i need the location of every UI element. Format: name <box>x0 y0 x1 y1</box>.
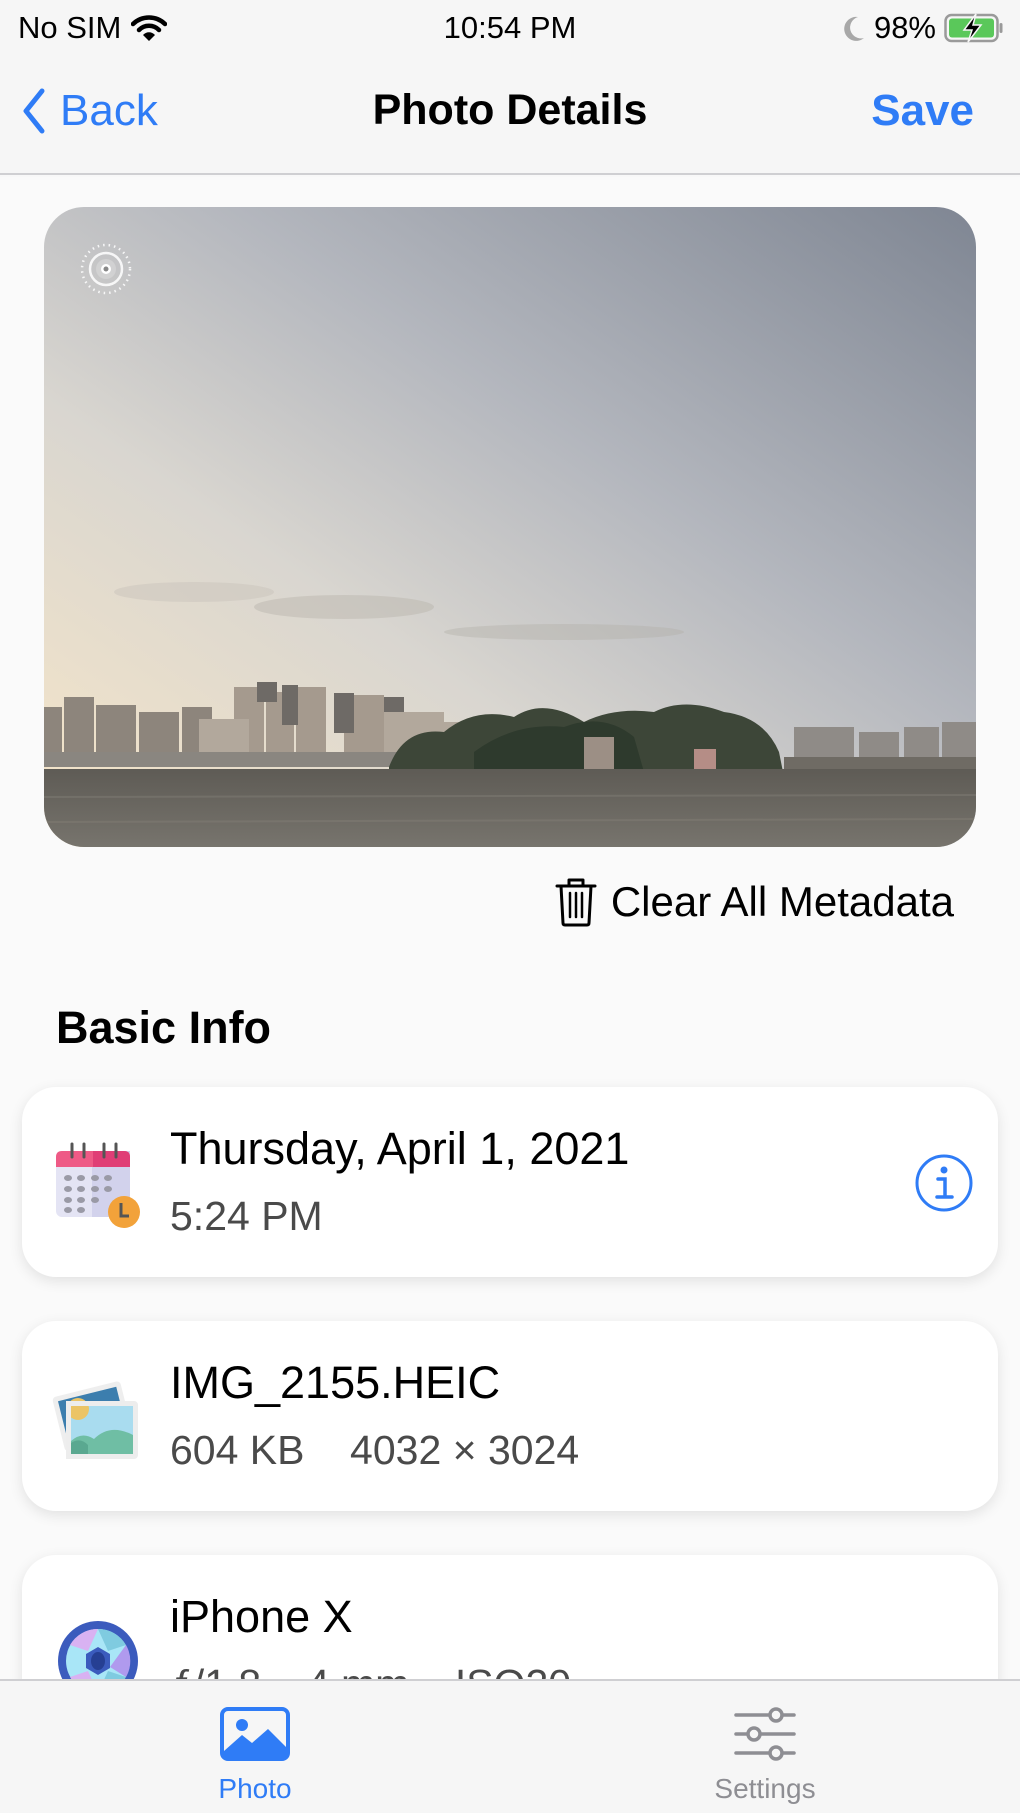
tab-settings-label: Settings <box>714 1773 816 1804</box>
battery-percent: 98% <box>873 10 936 45</box>
date-title: Thursday, April 1, 2021 <box>170 1123 630 1174</box>
photo-icon <box>220 1707 290 1761</box>
tab-bar: Photo Settings <box>0 1679 1020 1813</box>
page-title: Photo Details <box>372 86 648 134</box>
info-icon[interactable] <box>914 1153 974 1213</box>
photos-icon <box>52 1381 138 1459</box>
clear-all-metadata-label: Clear All Metadata <box>610 878 954 925</box>
status-right: 98% <box>842 10 1004 46</box>
photo-preview[interactable] <box>44 207 976 847</box>
camera-aperture-icon <box>58 1621 138 1679</box>
file-name: IMG_2155.HEIC <box>170 1357 501 1408</box>
section-title-basic-info: Basic Info <box>56 1002 272 1053</box>
date-card[interactable]: Thursday, April 1, 2021 5:24 PM <box>22 1087 998 1277</box>
battery-charging-icon <box>944 13 1003 43</box>
photo-image <box>44 207 976 847</box>
navigation-bar: Back Photo Details Save <box>0 56 1020 175</box>
file-size-dimensions: 604 KB 4032 × 3024 <box>170 1427 580 1473</box>
camera-settings: ƒ/1.8 4 mm ISO20 <box>170 1661 571 1679</box>
time-subtitle: 5:24 PM <box>170 1193 323 1239</box>
trash-icon <box>555 878 597 927</box>
tab-photo[interactable]: Photo <box>130 1681 380 1813</box>
tab-settings[interactable]: Settings <box>640 1681 890 1813</box>
camera-model: iPhone X <box>170 1591 353 1642</box>
moon-icon <box>844 16 864 41</box>
save-button[interactable]: Save <box>871 86 974 136</box>
camera-card[interactable]: iPhone X ƒ/1.8 4 mm ISO20 <box>22 1555 998 1679</box>
file-card[interactable]: IMG_2155.HEIC 604 KB 4032 × 3024 <box>22 1321 998 1511</box>
live-photo-icon[interactable] <box>78 241 134 297</box>
sliders-icon <box>734 1707 796 1761</box>
tab-photo-label: Photo <box>218 1773 292 1804</box>
calendar-clock-icon <box>56 1142 140 1228</box>
clear-all-metadata-button[interactable]: Clear All Metadata <box>555 877 954 927</box>
status-bar: No SIM 10:54 PM 98% <box>0 0 1020 56</box>
scroll-content[interactable]: Clear All Metadata Basic Info Thursday, … <box>0 177 1020 1679</box>
